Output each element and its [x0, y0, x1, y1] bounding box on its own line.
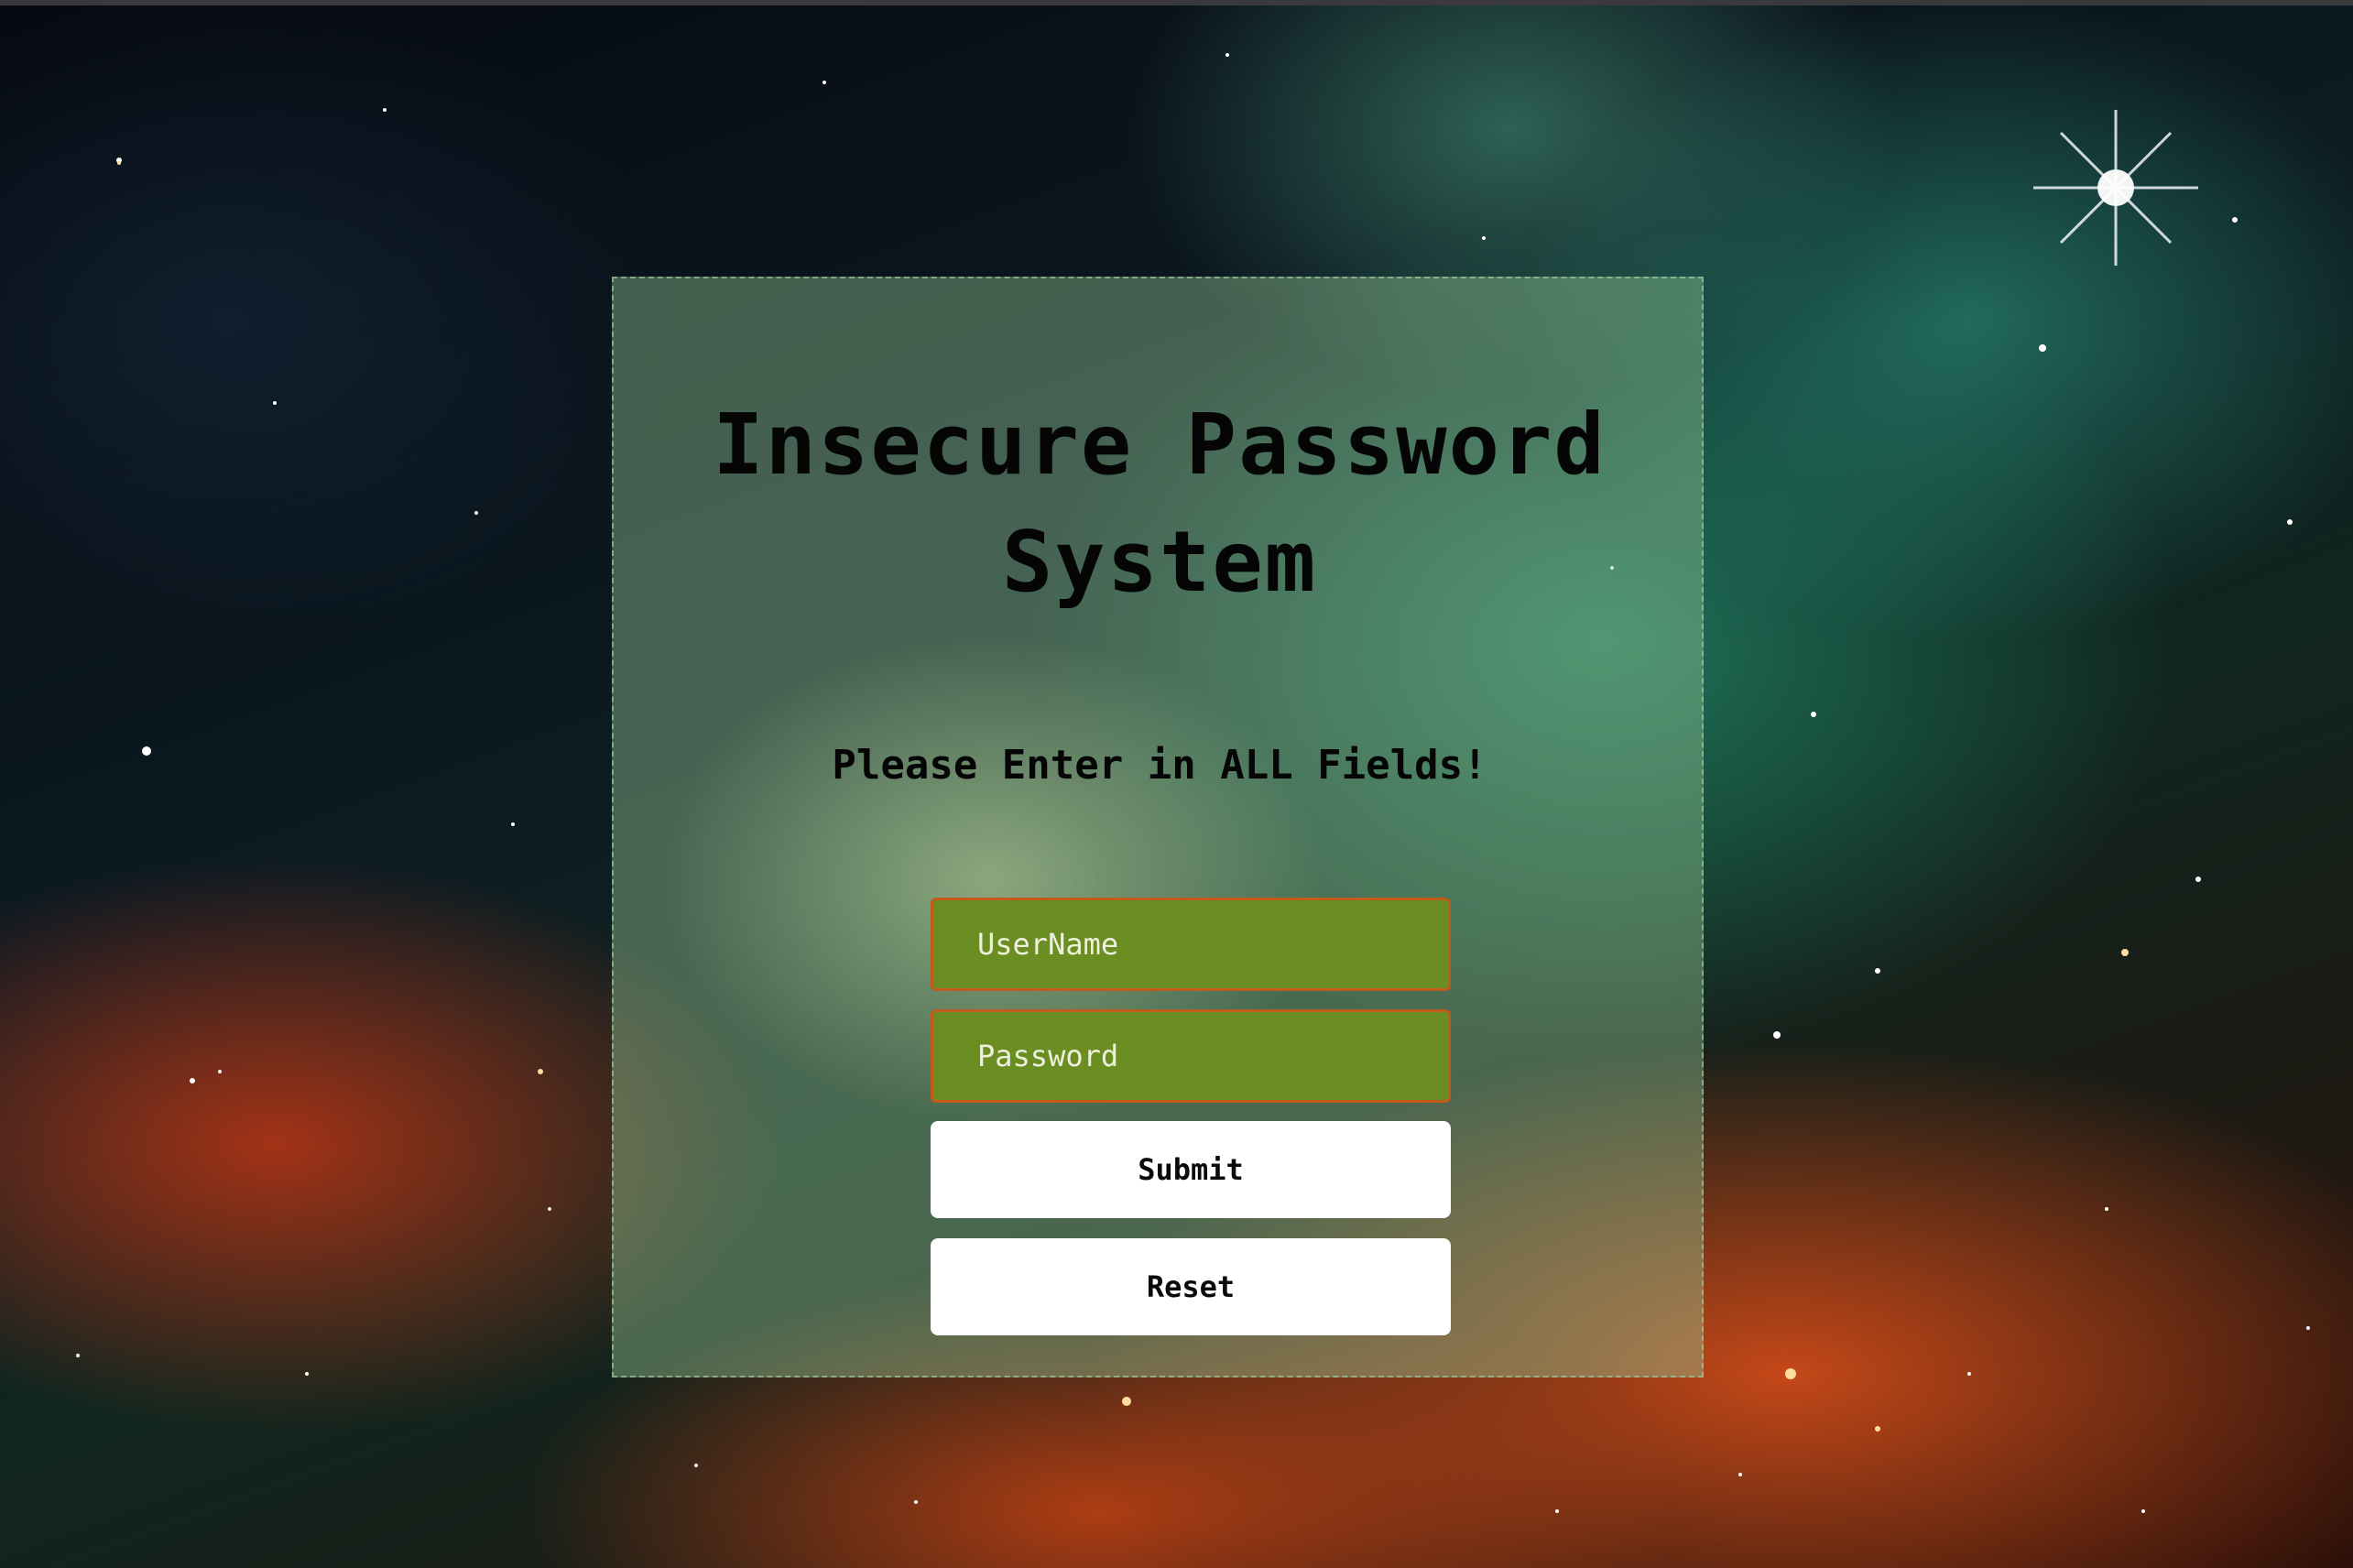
reset-button[interactable]: Reset — [931, 1238, 1451, 1335]
password-input[interactable] — [931, 1009, 1451, 1103]
page-title: Insecure Password System — [713, 396, 1607, 611]
top-edge-bar — [0, 0, 2353, 5]
username-input[interactable] — [931, 898, 1451, 991]
instruction-text: Please Enter in ALL Fields! — [832, 742, 1487, 789]
login-panel: Insecure Password System Please Enter in… — [612, 277, 1704, 1377]
submit-button[interactable]: Submit — [931, 1121, 1451, 1218]
page: Insecure Password System Please Enter in… — [0, 0, 2353, 1568]
